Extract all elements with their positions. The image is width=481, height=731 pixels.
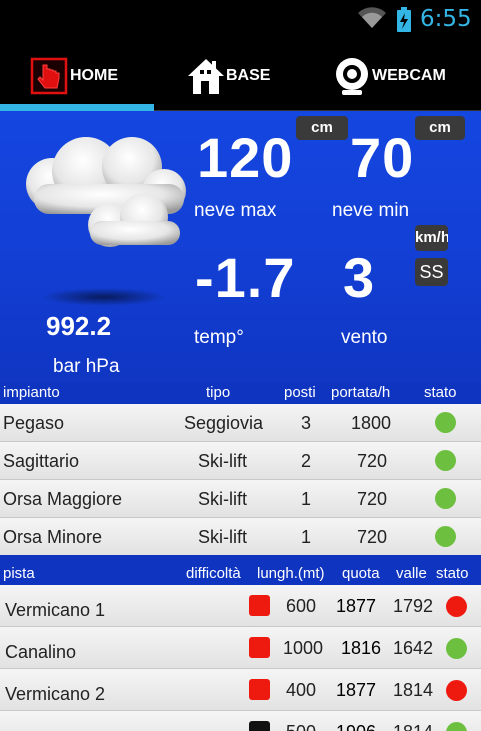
tab-base-label: BASE — [226, 66, 271, 84]
lifts-header-name: impianto — [3, 384, 60, 401]
slope-row[interactable]: Vermicano 2 400 1877 1814 — [0, 669, 481, 711]
lift-capacity: 720 — [357, 489, 388, 509]
slope-row[interactable]: 500 1906 1814 — [0, 711, 481, 731]
battery-charging-icon — [396, 7, 412, 37]
slope-row[interactable]: Vermicano 1 600 1877 1792 — [0, 585, 481, 627]
lift-seats: 1 — [301, 527, 312, 547]
slope-length: 1000 — [283, 638, 324, 658]
lift-seats: 3 — [301, 413, 312, 433]
lift-seats: 1 — [301, 489, 312, 509]
tab-webcam[interactable]: WEBCAM — [334, 40, 446, 111]
lift-row[interactable]: Orsa Minore Ski-lift 1 720 — [0, 518, 481, 556]
cloud-icon — [14, 129, 194, 313]
lift-name: Orsa Minore — [3, 527, 103, 547]
slopes-header-name: pista — [3, 565, 35, 582]
wind-unit: km/h — [415, 229, 448, 246]
slope-name: Vermicano 2 — [5, 684, 106, 704]
lift-type: Ski-lift — [198, 489, 247, 509]
slope-name: Vermicano 1 — [5, 600, 106, 620]
snow-max-unit-badge: cm — [296, 116, 348, 140]
lift-status-open-icon — [435, 450, 456, 471]
lift-capacity: 1800 — [351, 413, 392, 433]
lift-type: Ski-lift — [198, 527, 247, 547]
difficulty-red-icon — [249, 679, 270, 700]
slope-length: 600 — [286, 596, 317, 616]
snow-min-label: neve min — [332, 200, 410, 221]
slope-altitude: 1816 — [341, 638, 382, 658]
difficulty-black-icon — [249, 721, 270, 731]
status-bar: 6:55 — [0, 0, 481, 40]
lifts-header-type: tipo — [206, 384, 231, 401]
slopes-header-length: lungh.(mt) — [257, 565, 325, 582]
snow-max-label: neve max — [194, 200, 277, 221]
tab-base[interactable]: BASE — [186, 40, 270, 111]
slopes-table-header: pista difficoltà lungh.(mt) quota valle … — [0, 555, 481, 585]
slopes-header-difficulty: difficoltà — [186, 565, 241, 582]
slope-altitude: 1877 — [336, 596, 377, 616]
lifts-header-seats: posti — [284, 384, 316, 401]
weather-panel: 992.2 bar hPa cm cm 120 70 neve max neve… — [0, 111, 481, 404]
lift-status-open-icon — [435, 412, 456, 433]
pressure-value: 992.2 — [46, 311, 112, 341]
slope-valley: 1814 — [393, 680, 434, 700]
slope-status-open-icon — [446, 722, 467, 731]
wind-unit-badge: km/h — [415, 225, 448, 251]
lift-name: Sagittario — [3, 451, 80, 471]
slope-valley: 1642 — [393, 638, 434, 658]
slope-status-closed-icon — [446, 596, 467, 617]
snow-min-unit-badge: cm — [415, 116, 465, 140]
wind-direction-badge: SS — [415, 258, 448, 286]
lift-name: Orsa Maggiore — [3, 489, 123, 509]
webcam-icon — [334, 56, 372, 96]
lift-capacity: 720 — [357, 451, 388, 471]
clock: 6:55 — [420, 6, 472, 32]
lifts-table-header: impianto tipo posti portata/h stato — [0, 383, 481, 405]
tab-home-label: HOME — [70, 66, 118, 84]
slope-length: 500 — [286, 722, 316, 731]
slope-status-open-icon — [446, 638, 467, 659]
lift-row[interactable]: Pegaso Seggiovia 3 1800 — [0, 404, 481, 442]
slope-status-closed-icon — [446, 680, 467, 701]
temperature-label: temp° — [194, 327, 244, 348]
lift-type: Seggiovia — [184, 413, 264, 433]
temperature-value: -1.7 — [195, 246, 296, 309]
lift-row[interactable]: Sagittario Ski-lift 2 720 — [0, 442, 481, 480]
snow-max-value: 120 — [197, 126, 294, 189]
lift-status-open-icon — [435, 488, 456, 509]
lift-name: Pegaso — [3, 413, 65, 433]
slope-row[interactable]: Canalino 1000 1816 1642 — [0, 627, 481, 669]
wind-value: 3 — [343, 246, 376, 309]
lift-type: Ski-lift — [198, 451, 247, 471]
slopes-header-valley: valle — [396, 565, 427, 582]
tab-webcam-label: WEBCAM — [372, 66, 446, 84]
slopes-header-status: stato — [436, 565, 469, 582]
lift-status-open-icon — [435, 526, 456, 547]
lifts-header-capacity: portata/h — [331, 384, 391, 401]
difficulty-red-icon — [249, 637, 270, 658]
slope-name: Canalino — [5, 642, 77, 662]
wifi-icon — [357, 6, 387, 34]
lift-row[interactable]: Orsa Maggiore Ski-lift 1 720 — [0, 480, 481, 518]
pressure-unit: bar hPa — [53, 356, 120, 377]
slope-altitude: 1877 — [336, 680, 377, 700]
tab-selected-indicator — [0, 104, 154, 111]
tab-home[interactable]: HOME — [30, 40, 118, 111]
difficulty-red-icon — [249, 595, 270, 616]
slope-altitude: 1906 — [336, 722, 376, 731]
tab-bar: HOME BASE WEBCAM — [0, 40, 481, 111]
house-icon — [186, 56, 226, 96]
slope-length: 400 — [286, 680, 317, 700]
hand-pointer-icon — [30, 56, 70, 96]
snow-min-value: 70 — [350, 126, 415, 189]
lifts-header-status: stato — [424, 384, 457, 401]
lift-seats: 2 — [301, 451, 312, 471]
slope-valley: 1814 — [393, 722, 433, 731]
wind-label: vento — [341, 327, 388, 348]
slope-valley: 1792 — [393, 596, 434, 616]
lift-capacity: 720 — [357, 527, 388, 547]
slopes-header-altitude: quota — [342, 565, 380, 582]
